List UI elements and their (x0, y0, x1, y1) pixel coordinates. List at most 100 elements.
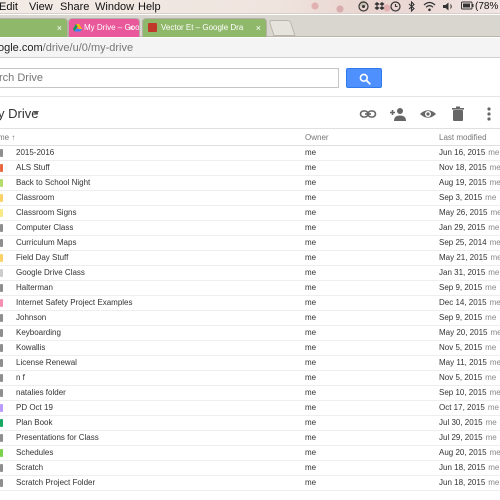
table-row[interactable]: Curriculum Maps me Sep 25, 2014 me (0, 236, 500, 251)
file-name[interactable]: Kowallis (16, 341, 45, 355)
search-input[interactable] (0, 68, 339, 88)
table-row[interactable]: ALS Stuff me Nov 18, 2015 me (0, 161, 500, 176)
modified-by: me (489, 163, 500, 172)
table-row[interactable]: License Renewal me May 11, 2015 me (0, 356, 500, 371)
file-owner: me (305, 328, 317, 337)
file-name[interactable]: Johnson (16, 311, 46, 325)
menu-view[interactable]: View (29, 0, 53, 14)
bluetooth-icon[interactable] (405, 0, 417, 13)
file-name[interactable]: 2015-2016 (16, 146, 54, 160)
search-row (0, 59, 500, 96)
table-row[interactable]: Classroom me Sep 3, 2015 me (0, 191, 500, 206)
file-owner: me (305, 358, 317, 367)
dropbox-icon[interactable] (373, 1, 385, 13)
tab-previous[interactable]: × (0, 18, 68, 37)
screen: Edit View Share Window Help (78% × My Dr… (0, 0, 500, 500)
file-modified: Nov 5, 2015 me (439, 341, 496, 355)
table-row[interactable]: Keyboarding me May 20, 2015 me (0, 326, 500, 341)
file-name[interactable]: n f (16, 371, 25, 385)
address-bar[interactable]: ogle.com/drive/u/0/my-drive (0, 38, 500, 58)
menu-edit[interactable]: Edit (0, 0, 18, 14)
new-tab-button[interactable] (268, 20, 296, 36)
battery-icon[interactable] (460, 1, 474, 13)
file-name[interactable]: Computer Class (16, 221, 73, 235)
table-row[interactable]: Plan Book me Jul 30, 2015 me (0, 416, 500, 431)
folder-icon (0, 344, 3, 352)
menu-window[interactable]: Window (95, 0, 134, 14)
file-owner: me (305, 403, 317, 412)
file-name[interactable]: License Renewal (16, 356, 77, 370)
time-machine-icon[interactable] (389, 1, 401, 13)
table-row[interactable]: Classroom Signs me May 26, 2015 me (0, 206, 500, 221)
file-modified: May 11, 2015 me (439, 356, 500, 370)
file-name[interactable]: Curriculum Maps (16, 236, 76, 250)
trash-icon[interactable] (449, 105, 467, 123)
file-name[interactable]: Keyboarding (16, 326, 61, 340)
file-name[interactable]: Scratch (16, 461, 43, 475)
link-icon[interactable] (359, 105, 377, 123)
file-name[interactable]: Field Day Stuff (16, 251, 68, 265)
search-button[interactable] (346, 68, 382, 88)
modified-date: May 21, 2015 (439, 253, 488, 262)
file-modified: Sep 9, 2015 me (439, 311, 496, 325)
table-row[interactable]: Internet Safety Project Examples me Dec 14… (0, 296, 500, 311)
file-name[interactable]: Internet Safety Project Examples (16, 296, 133, 310)
file-modified: May 21, 2015 me (439, 251, 500, 265)
google-drive-icon (73, 24, 82, 32)
file-name[interactable]: Back to School Night (16, 176, 90, 190)
table-row[interactable]: Schedules me Aug 20, 2015 me (0, 446, 500, 461)
column-owner-header[interactable]: Owner (305, 132, 329, 144)
file-name[interactable]: Halterman (16, 281, 53, 295)
file-name[interactable]: Classroom (16, 191, 54, 205)
table-row[interactable]: 2015-2016 me Jun 16, 2015 me (0, 146, 500, 161)
tab-close-icon[interactable]: × (57, 19, 62, 37)
modified-by: me (488, 148, 500, 157)
table-row[interactable]: n f me Nov 5, 2015 me (0, 371, 500, 386)
file-owner: me (305, 448, 317, 457)
tab-my-drive[interactable]: My Drive – Google Drive × (68, 18, 140, 37)
table-row[interactable]: Johnson me Sep 9, 2015 me (0, 311, 500, 326)
table-row[interactable]: Scratch me Jun 18, 2015 me (0, 461, 500, 476)
volume-icon[interactable] (441, 1, 455, 13)
table-row[interactable]: Scratch Project Folder me Jun 18, 2015 me (0, 476, 500, 491)
table-row[interactable]: Field Day Stuff me May 21, 2015 me (0, 251, 500, 266)
table-row[interactable]: Presentations for Class me Jul 29, 2015 me (0, 431, 500, 446)
file-modified: May 26, 2015 me (439, 206, 500, 220)
file-name[interactable]: ALS Stuff (16, 161, 50, 175)
modified-date: Jul 29, 2015 (439, 433, 483, 442)
more-vert-icon[interactable] (480, 105, 498, 123)
table-row[interactable]: natalies folder me Sep 10, 2015 me (0, 386, 500, 401)
url-text[interactable]: ogle.com/drive/u/0/my-drive (0, 40, 133, 56)
file-name[interactable]: Classroom Signs (16, 206, 76, 220)
battery-percent: (78% (475, 1, 499, 12)
preview-eye-icon[interactable] (419, 105, 437, 123)
file-name[interactable]: Scratch Project Folder (16, 476, 95, 490)
chevron-down-icon[interactable] (33, 111, 39, 115)
file-name[interactable]: Plan Book (16, 416, 52, 430)
table-row[interactable]: Computer Class me Jan 29, 2015 me (0, 221, 500, 236)
file-name[interactable]: Schedules (16, 446, 53, 460)
status-app-icon[interactable] (357, 1, 369, 13)
table-row[interactable]: Kowallis me Nov 5, 2015 me (0, 341, 500, 356)
file-name[interactable]: Google Drive Class (16, 266, 85, 280)
menu-help[interactable]: Help (138, 0, 161, 14)
modified-by: me (489, 448, 500, 457)
file-owner: me (305, 298, 317, 307)
table-row[interactable]: Halterman me Sep 9, 2015 me (0, 281, 500, 296)
file-name[interactable]: PD Oct 19 (16, 401, 53, 415)
add-person-icon[interactable] (389, 105, 407, 123)
column-name-header[interactable]: me ↑ (0, 132, 15, 144)
tab-close-icon[interactable]: × (256, 19, 261, 37)
tab-close-icon[interactable]: × (129, 19, 134, 37)
menu-share[interactable]: Share (60, 0, 89, 14)
column-modified-header[interactable]: Last modified (439, 132, 487, 144)
modified-date: Sep 25, 2014 (439, 238, 487, 247)
wifi-icon[interactable] (422, 1, 436, 13)
tab-vector[interactable]: Vector Et – Google Dra × (142, 18, 267, 37)
file-name[interactable]: natalies folder (16, 386, 66, 400)
table-row[interactable]: Back to School Night me Aug 19, 2015 me (0, 176, 500, 191)
table-row[interactable]: Google Drive Class me Jan 31, 2015 me (0, 266, 500, 281)
file-name[interactable]: Presentations for Class (16, 431, 99, 445)
table-row[interactable]: PD Oct 19 me Oct 17, 2015 me (0, 401, 500, 416)
file-modified: Jul 30, 2015 me (439, 416, 497, 430)
